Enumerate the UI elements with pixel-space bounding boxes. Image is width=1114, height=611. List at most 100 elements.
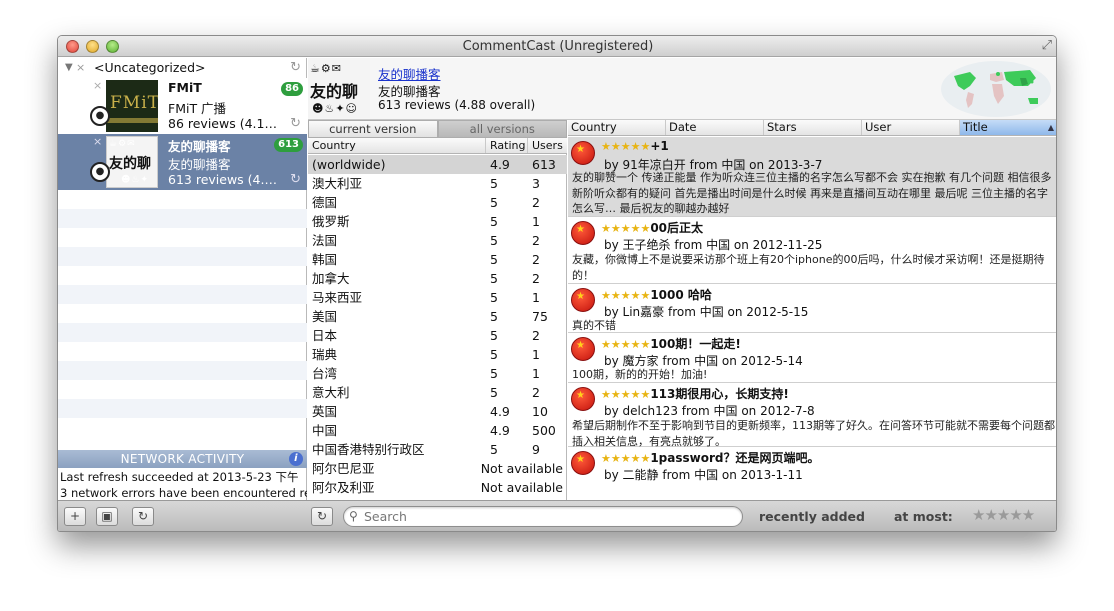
bottom-toolbar: + ▣ ↻ ↻ ⚲ recently added at most: ★★★★★ xyxy=(58,500,1056,531)
tab-all-versions[interactable]: all versions xyxy=(437,120,567,138)
review-stars: ★★★★★ xyxy=(601,338,651,351)
china-flag-icon: ★ xyxy=(571,451,595,475)
review-body: 100期，新的的开始！加油! xyxy=(572,368,708,381)
sort-popup[interactable]: recently added xyxy=(759,509,865,524)
country-name: 瑞典 xyxy=(312,347,338,362)
review-item[interactable]: ★ ★★★★★100期！一起走! by 魔方家 from 中国 on 2012-5-… xyxy=(568,333,1056,383)
review-stars: ★★★★★ xyxy=(601,289,651,302)
fullscreen-icon[interactable]: ⤢ xyxy=(1042,39,1052,53)
disclosure-triangle-icon[interactable]: ▼ xyxy=(65,58,73,78)
search-input[interactable] xyxy=(364,508,734,525)
country-row[interactable]: 德国 5 2 xyxy=(308,193,567,212)
podcast-title: FMiT xyxy=(168,80,202,95)
column-country[interactable]: Country xyxy=(568,120,666,135)
app-window: CommentCast (Unregistered) ⤢ ▼ × <Uncate… xyxy=(57,35,1057,532)
country-row[interactable]: 中国香港特别行政区 5 9 xyxy=(308,440,567,459)
country-users: 3 xyxy=(532,176,540,191)
country-row[interactable]: 阿尔巴尼亚 Not available xyxy=(308,459,567,478)
country-row[interactable]: 阿尔及利亚 Not available xyxy=(308,478,567,497)
review-byline: by delch123 from 中国 on 2012-7-8 xyxy=(604,404,815,418)
country-row[interactable]: 瑞典 5 1 xyxy=(308,345,567,364)
column-rating[interactable]: Rating xyxy=(486,138,528,153)
country-users: 2 xyxy=(532,252,540,267)
add-folder-button[interactable]: ▣ xyxy=(96,507,118,526)
list-stripe xyxy=(58,247,307,266)
refresh-all-button[interactable]: ↻ xyxy=(132,507,154,526)
country-users: 75 xyxy=(532,309,548,324)
column-stars[interactable]: Stars xyxy=(764,120,862,135)
version-segmented-control: current version all versions xyxy=(308,120,567,138)
podcast-header-artwork: ☕⚙✉ 友的聊 ☻♨✦☺ xyxy=(308,60,370,118)
review-stars: ★★★★★ xyxy=(601,388,651,401)
list-stripe xyxy=(58,209,307,228)
group-name: <Uncategorized> xyxy=(94,60,206,75)
list-stripe xyxy=(58,399,307,418)
country-row[interactable]: 澳大利亚 5 3 xyxy=(308,174,567,193)
zoom-window-button[interactable] xyxy=(106,40,119,53)
minimize-window-button[interactable] xyxy=(86,40,99,53)
list-stripe xyxy=(58,323,307,342)
close-window-button[interactable] xyxy=(66,40,79,53)
country-row[interactable]: 英国 4.9 10 xyxy=(308,402,567,421)
review-title: 00后正太 xyxy=(650,221,704,235)
remove-podcast-icon[interactable]: × xyxy=(93,79,102,92)
country-row[interactable]: 台湾 5 1 xyxy=(308,364,567,383)
world-map-icon xyxy=(941,61,1051,117)
network-error-line: 3 network errors have been encountered r… xyxy=(60,486,307,500)
group-refresh-icon[interactable]: ↻ xyxy=(290,58,301,78)
info-icon[interactable]: i xyxy=(289,452,303,466)
star-filter-control[interactable]: ★★★★★ xyxy=(972,506,1035,524)
add-podcast-button[interactable]: + xyxy=(64,507,86,526)
country-users: 2 xyxy=(532,328,540,343)
country-row[interactable]: 加拿大 5 2 xyxy=(308,269,567,288)
country-rating: 5 xyxy=(490,442,498,457)
country-row[interactable]: 意大利 5 2 xyxy=(308,383,567,402)
podcast-item-fmit[interactable]: × FMiT ● FMiT FMiT 广播 86 reviews (4.1… 8… xyxy=(58,78,307,134)
country-name: 意大利 xyxy=(312,385,350,400)
column-country[interactable]: Country xyxy=(308,138,486,153)
country-name: 英国 xyxy=(312,404,338,419)
country-rating: 5 xyxy=(490,252,498,267)
podcast-refresh-icon[interactable]: ↻ xyxy=(290,172,301,187)
country-row[interactable]: 美国 5 75 xyxy=(308,307,567,326)
column-title-label: Title xyxy=(963,120,988,134)
country-row[interactable]: (worldwide) 4.9 613 xyxy=(308,155,567,174)
country-row[interactable]: 日本 5 2 xyxy=(308,326,567,345)
search-field[interactable]: ⚲ xyxy=(343,506,743,527)
tab-current-version[interactable]: current version xyxy=(308,120,438,138)
podcast-sidebar: ▼ × <Uncategorized> ↻ × FMiT ● FMiT FMiT… xyxy=(58,58,307,500)
column-title[interactable]: Title ▲ xyxy=(960,120,1056,135)
review-item[interactable]: ★ ★★★★★1000 哈哈 by Lin嘉豪 from 中国 on 2012-5-… xyxy=(568,284,1056,333)
country-row[interactable]: 马来西亚 5 1 xyxy=(308,288,567,307)
country-rating: 5 xyxy=(490,309,498,324)
review-item[interactable]: ★ ★★★★★00后正太 by 王子绝杀 from 中国 on 2012-11-25… xyxy=(568,217,1056,284)
review-item[interactable]: ★ ★★★★★113期很用心，长期支持! by delch123 from 中国 o… xyxy=(568,383,1056,448)
country-name: 台湾 xyxy=(312,366,338,381)
review-body: 友藏，你微博上不是说要采访那个班上有20个iphone的00后吗，什么时候才采访… xyxy=(572,253,1045,282)
country-row[interactable]: 中国 4.9 500 xyxy=(308,421,567,440)
column-user[interactable]: User xyxy=(862,120,960,135)
group-header[interactable]: ▼ × <Uncategorized> ↻ xyxy=(58,58,307,78)
country-row[interactable]: 韩国 5 2 xyxy=(308,250,567,269)
remove-group-icon[interactable]: × xyxy=(76,58,85,78)
country-name: 日本 xyxy=(312,328,338,343)
country-name: 中国 xyxy=(312,423,338,438)
review-byline: by 二能静 from 中国 on 2013-1-11 xyxy=(604,468,803,482)
podcast-item-youdeliao[interactable]: × ☕⚙✉ 友的聊 ☻♨✦ ● 友的聊播客 友的聊播客 613 reviews … xyxy=(58,134,307,190)
china-flag-icon: ★ xyxy=(571,141,595,165)
podcast-refresh-icon[interactable]: ↻ xyxy=(290,116,301,131)
china-flag-icon: ★ xyxy=(571,387,595,411)
review-title: 1password？还是网页端吧。 xyxy=(650,451,820,465)
country-rating: 5 xyxy=(490,328,498,343)
remove-podcast-icon[interactable]: × xyxy=(93,135,102,148)
review-item[interactable]: ★ ★★★★★+1 by 91年凉白开 from 中国 on 2013-3-7 友的聊… xyxy=(568,137,1056,217)
review-headline: ★★★★★00后正太 xyxy=(601,219,703,236)
column-date[interactable]: Date xyxy=(666,120,764,135)
refresh-podcast-button[interactable]: ↻ xyxy=(311,507,333,526)
podcast-subtitle: 友的聊播客 xyxy=(168,157,231,172)
review-item[interactable]: ★ ★★★★★1password？还是网页端吧。 by 二能静 from 中国 on… xyxy=(568,447,1056,500)
country-row[interactable]: 俄罗斯 5 1 xyxy=(308,212,567,231)
review-headline: ★★★★★1password？还是网页端吧。 xyxy=(601,449,819,466)
country-row[interactable]: 法国 5 2 xyxy=(308,231,567,250)
column-users[interactable]: Users xyxy=(528,138,567,153)
